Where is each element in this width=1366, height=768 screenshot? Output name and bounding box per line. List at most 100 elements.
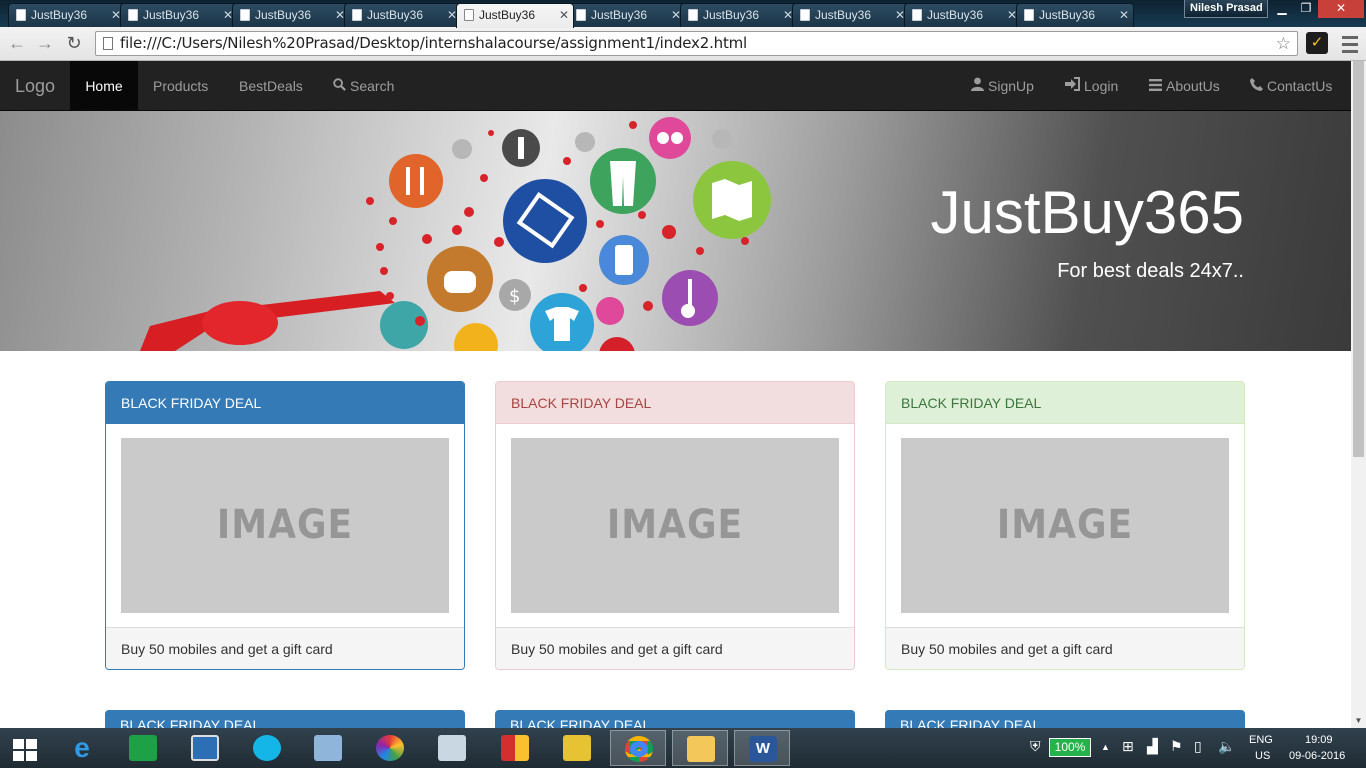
input-region[interactable]: US (1255, 750, 1270, 762)
clock-date[interactable]: 09-06-2016 (1289, 750, 1345, 762)
action-center-icon[interactable]: ⊞ (1122, 738, 1134, 755)
close-tab-icon[interactable]: ✕ (559, 4, 569, 26)
forward-arrow-icon[interactable]: → (34, 32, 56, 54)
picasa-taskbar-icon[interactable] (362, 730, 418, 766)
red-bubble (599, 337, 635, 351)
close-tab-icon[interactable]: ✕ (1119, 4, 1129, 26)
site-navbar: Logo Home Products BestDeals Search Sign… (0, 61, 1351, 111)
browser-tab[interactable]: JustBuy36 ✕ (904, 3, 1022, 27)
browser-tab-active[interactable]: JustBuy36 ✕ (456, 3, 574, 28)
url-text[interactable]: file:///C:/Users/Nilesh%20Prasad/Desktop… (120, 32, 747, 55)
phone-icon (1250, 78, 1263, 91)
battery-indicator[interactable]: 100% (1049, 738, 1091, 757)
input-language[interactable]: ENG (1249, 734, 1273, 746)
browser-tab[interactable]: JustBuy36 ✕ (792, 3, 910, 27)
back-arrow-icon[interactable]: ← (6, 32, 28, 54)
scrollbar-thumb[interactable] (1353, 61, 1364, 457)
svg-text:$: $ (509, 286, 520, 307)
page-icon (16, 9, 26, 21)
chrome-taskbar-icon[interactable] (610, 730, 666, 766)
restore-icon[interactable]: ❐ (1294, 0, 1318, 18)
browser-tab[interactable]: JustBuy36 ✕ (232, 3, 350, 27)
store-taskbar-icon[interactable] (115, 730, 171, 766)
glasses-bubble (649, 117, 691, 159)
close-window-icon[interactable]: ✕ (1318, 0, 1364, 18)
start-button[interactable] (0, 730, 56, 766)
deal-image-placeholder: IMAGE (901, 438, 1229, 613)
browser-tab[interactable]: JustBuy36 ✕ (680, 3, 798, 27)
nav-contactus[interactable]: ContactUs (1250, 61, 1332, 111)
nav-aboutus[interactable]: AboutUs (1149, 61, 1220, 111)
browser-tab-strip: JustBuy36 ✕ JustBuy36 ✕ JustBuy36 ✕ JustBuy… (0, 0, 1366, 28)
device-icon[interactable]: ▯ (1194, 738, 1202, 755)
page-icon (352, 9, 362, 21)
address-bar[interactable]: file:///C:/Users/Nilesh%20Prasad/Desktop… (95, 31, 1298, 56)
bookmark-star-icon[interactable]: ☆ (1276, 32, 1291, 55)
lenovo-taskbar-icon[interactable] (177, 730, 233, 766)
virtualbox-taskbar-icon[interactable] (300, 730, 356, 766)
deal-card-success: BLACK FRIDAY DEAL IMAGE Buy 50 mobiles a… (885, 381, 1245, 670)
deal-image-placeholder: IMAGE (511, 438, 839, 613)
page-icon (912, 9, 922, 21)
deal-card-footer: Buy 50 mobiles and get a gift card (106, 627, 464, 669)
extension-icon[interactable]: ✓ (1306, 32, 1328, 54)
deal-card-footer: Buy 50 mobiles and get a gift card (496, 627, 854, 669)
user-icon (971, 77, 984, 91)
small-grey-bubble (712, 129, 732, 149)
scroll-down-arrow-icon[interactable]: ▼ (1351, 713, 1366, 728)
nav-signup[interactable]: SignUp (971, 61, 1034, 111)
page-icon (576, 9, 586, 21)
deal-card-header-partial: BLACK FRIDAY DEAL (495, 710, 855, 728)
volume-icon[interactable]: 🔈 (1218, 738, 1235, 755)
winzip-taskbar-icon[interactable] (549, 730, 605, 766)
deal-card-header: BLACK FRIDAY DEAL (106, 382, 464, 424)
bird-app-taskbar-icon[interactable] (424, 730, 480, 766)
brand-logo[interactable]: Logo (15, 61, 55, 111)
nav-home[interactable]: Home (70, 61, 138, 111)
page-icon (800, 9, 810, 21)
small-grey-bubble (575, 132, 595, 152)
browser-tab[interactable]: JustBuy36 ✕ (1016, 3, 1134, 27)
deal-card-header-partial: BLACK FRIDAY DEAL (885, 710, 1245, 728)
deal-card-header-partial: BLACK FRIDAY DEAL (105, 710, 465, 728)
food-bubble (389, 154, 443, 208)
browser-tab[interactable]: JustBuy36 ✕ (344, 3, 462, 27)
app-taskbar-icon[interactable] (487, 730, 543, 766)
deal-card-header: BLACK FRIDAY DEAL (886, 382, 1244, 424)
show-hidden-icons-icon[interactable]: ▲ (1101, 742, 1110, 752)
list-icon (1149, 79, 1162, 91)
deal-image-placeholder: IMAGE (121, 438, 449, 613)
profile-button[interactable]: Nilesh Prasad (1184, 0, 1268, 18)
browser-tab[interactable]: JustBuy36 ✕ (120, 3, 238, 27)
windows-taskbar: e W ⛨ 100% ▲ ⊞ ▟ ⚑ ▯ 🔈 ENG US 19:09 09-0… (0, 728, 1366, 768)
app-taskbar-icon[interactable] (239, 730, 295, 766)
menu-icon[interactable] (1340, 32, 1360, 54)
reload-icon[interactable]: ↻ (63, 32, 85, 54)
vertical-scrollbar[interactable]: ▲ ▼ (1351, 61, 1366, 728)
flag-icon[interactable]: ⚑ (1170, 738, 1183, 755)
cart-grip-shape (202, 301, 278, 345)
browser-tab[interactable]: JustBuy36 ✕ (8, 3, 126, 27)
page-icon (240, 9, 250, 21)
nav-products[interactable]: Products (153, 61, 208, 111)
clothes-bubble (590, 148, 656, 214)
file-explorer-taskbar-icon[interactable] (672, 730, 728, 766)
login-icon (1065, 77, 1080, 91)
windows-logo-icon (13, 739, 37, 761)
nav-login[interactable]: Login (1065, 61, 1118, 111)
security-shield-icon[interactable]: ⛨ (1030, 738, 1041, 755)
hero-title: JustBuy365 (930, 179, 1244, 246)
browser-tab[interactable]: JustBuy36 ✕ (568, 3, 686, 27)
page-icon (1024, 9, 1034, 21)
network-signal-icon[interactable]: ▟ (1147, 738, 1158, 755)
nav-bestdeals[interactable]: BestDeals (239, 61, 303, 111)
word-taskbar-icon[interactable]: W (734, 730, 790, 766)
yellow-bubble (454, 323, 498, 351)
clock-time[interactable]: 19:09 (1305, 734, 1333, 746)
internet-explorer-taskbar-icon[interactable]: e (54, 730, 110, 766)
minimize-icon[interactable]: ▁ (1270, 0, 1294, 18)
tablet-bubble (503, 179, 587, 263)
page-icon (103, 37, 113, 50)
nav-search[interactable]: Search (333, 61, 394, 111)
camera-bubble (596, 297, 624, 325)
